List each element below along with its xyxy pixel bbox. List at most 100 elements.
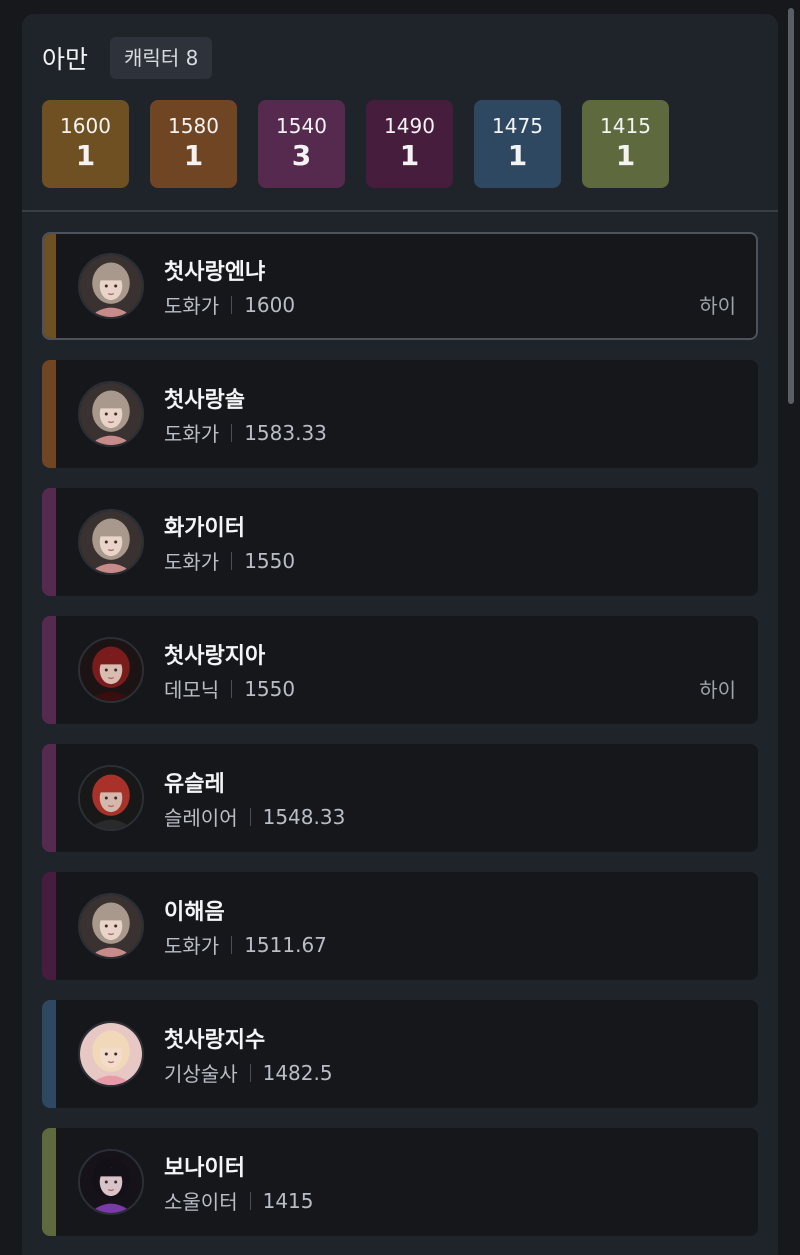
character-card[interactable]: 첫사랑지수 기상술사 1482.5 (42, 1000, 758, 1108)
character-item-level: 1550 (244, 676, 296, 701)
character-class: 소울이터 (164, 1190, 238, 1214)
scrollbar-thumb[interactable] (788, 8, 794, 404)
character-avatar (78, 509, 144, 575)
tier-color-bar (42, 488, 56, 596)
tier-level: 1600 (60, 114, 111, 138)
tier-count: 1 (615, 139, 636, 172)
tier-level: 1540 (276, 114, 327, 138)
tier-color-bar (42, 872, 56, 980)
tier-chip[interactable]: 1600 1 (42, 100, 129, 188)
tier-chip[interactable]: 1580 1 (150, 100, 237, 188)
artist-portrait-icon (80, 255, 142, 317)
server-header: 아만 캐릭터 8 (42, 37, 213, 79)
tier-count: 3 (291, 139, 312, 172)
character-class: 기상술사 (164, 1062, 238, 1086)
server-name: 아만 (42, 45, 89, 74)
tier-chip[interactable]: 1540 3 (258, 100, 345, 188)
meta-separator (231, 295, 233, 314)
character-card[interactable]: 화가이터 도화가 1550 (42, 488, 758, 596)
character-class: 슬레이어 (164, 806, 238, 830)
character-count-badge: 캐릭터 8 (110, 37, 213, 79)
meta-separator (249, 807, 251, 826)
meta-separator (249, 1063, 251, 1082)
character-card[interactable]: 이해음 도화가 1511.67 (42, 872, 758, 980)
meta-separator (249, 1191, 251, 1210)
character-avatar (78, 253, 144, 319)
character-item-level: 1511.67 (244, 932, 327, 957)
character-name: 이해음 (164, 900, 225, 925)
character-item-level: 1482.5 (262, 1060, 333, 1085)
character-card[interactable]: 첫사랑솔 도화가 1583.33 (42, 360, 758, 468)
tier-count: 1 (399, 139, 420, 172)
character-meta: 데모닉 1550 (164, 674, 295, 703)
character-meta: 슬레이어 1548.33 (164, 802, 345, 831)
tier-level: 1415 (600, 114, 651, 138)
character-card[interactable]: 유슬레 슬레이어 1548.33 (42, 744, 758, 852)
character-avatar (78, 637, 144, 703)
meta-separator (231, 935, 233, 954)
artist-portrait-icon (80, 383, 142, 445)
artist-portrait-icon (80, 511, 142, 573)
character-avatar (78, 381, 144, 447)
character-avatar (78, 893, 144, 959)
tier-color-bar (42, 360, 56, 468)
tier-color-bar (44, 234, 56, 338)
character-class: 도화가 (164, 550, 220, 574)
tier-level: 1580 (168, 114, 219, 138)
tier-chip[interactable]: 1490 1 (366, 100, 453, 188)
character-meta: 기상술사 1482.5 (164, 1058, 333, 1087)
character-name: 첫사랑지아 (164, 644, 266, 669)
character-meta: 도화가 1550 (164, 546, 295, 575)
meta-separator (231, 423, 233, 442)
tier-count: 1 (183, 139, 204, 172)
character-meta: 도화가 1583.33 (164, 418, 327, 447)
character-memo: 하이 (699, 678, 736, 702)
tier-chip[interactable]: 1415 1 (582, 100, 669, 188)
item-level-tier-summary: 1600 1 1580 1 1540 3 1490 1 1475 1 1415 … (42, 100, 690, 188)
demonic-portrait-icon (80, 639, 142, 701)
tier-count: 1 (75, 139, 96, 172)
character-name: 첫사랑솔 (164, 388, 245, 413)
character-meta: 도화가 1600 (164, 290, 295, 319)
tier-color-bar (42, 1128, 56, 1236)
tier-chip[interactable]: 1475 1 (474, 100, 561, 188)
character-class: 도화가 (164, 422, 220, 446)
character-card[interactable]: 보나이터 소울이터 1415 (42, 1128, 758, 1236)
character-class: 도화가 (164, 934, 220, 958)
character-name: 유슬레 (164, 772, 225, 797)
character-name: 화가이터 (164, 516, 245, 541)
character-name: 첫사랑엔냐 (164, 260, 266, 285)
character-meta: 소울이터 1415 (164, 1186, 314, 1215)
character-item-level: 1415 (262, 1188, 314, 1213)
character-meta: 도화가 1511.67 (164, 930, 327, 959)
souleater-portrait-icon (80, 1151, 142, 1213)
artist-portrait-icon (80, 895, 142, 957)
tier-count: 1 (507, 139, 528, 172)
character-name: 첫사랑지수 (164, 1028, 266, 1053)
section-divider (22, 210, 778, 212)
roster-panel: 아만 캐릭터 8 1600 1 1580 1 1540 3 1490 1 147… (22, 14, 778, 1255)
tier-color-bar (42, 616, 56, 724)
character-class: 데모닉 (164, 678, 220, 702)
character-card[interactable]: 첫사랑지아 데모닉 1550 하이 (42, 616, 758, 724)
tier-color-bar (42, 744, 56, 852)
character-list: 첫사랑엔냐 도화가 1600 하이 첫사랑솔 도화가 1583.33 화가이터 (42, 232, 758, 1255)
character-item-level: 1583.33 (244, 420, 327, 445)
meta-separator (231, 679, 233, 698)
character-avatar (78, 1149, 144, 1215)
slayer-portrait-icon (80, 767, 142, 829)
character-name: 보나이터 (164, 1156, 245, 1181)
character-avatar (78, 765, 144, 831)
meta-separator (231, 551, 233, 570)
character-item-level: 1550 (244, 548, 296, 573)
character-class: 도화가 (164, 294, 220, 318)
character-memo: 하이 (699, 294, 736, 318)
tier-level: 1490 (384, 114, 435, 138)
tier-color-bar (42, 1000, 56, 1108)
character-item-level: 1600 (244, 292, 296, 317)
character-avatar (78, 1021, 144, 1087)
character-card[interactable]: 첫사랑엔냐 도화가 1600 하이 (42, 232, 758, 340)
tier-level: 1475 (492, 114, 543, 138)
aeromancer-portrait-icon (80, 1023, 142, 1085)
character-item-level: 1548.33 (262, 804, 346, 829)
